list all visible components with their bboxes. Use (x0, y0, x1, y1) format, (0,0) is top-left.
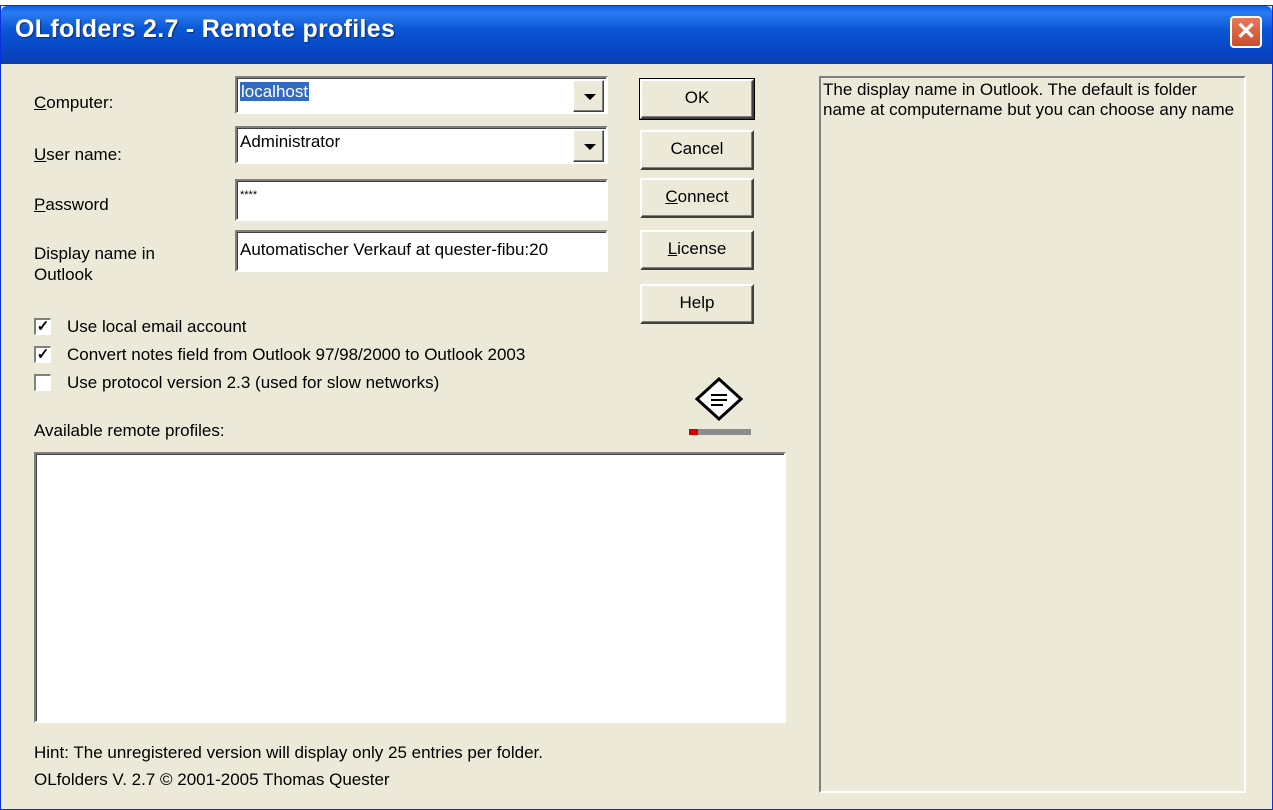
window-title: OLfolders 2.7 - Remote profiles (15, 15, 396, 43)
protocol-2-3-label: Use protocol version 2.3 (used for slow … (67, 373, 440, 392)
available-profiles-label: Available remote profiles: (34, 421, 225, 440)
username-combobox[interactable]: Administrator (235, 126, 608, 164)
username-value: Administrator (240, 132, 341, 151)
display-name-value: Automatischer Verkauf at quester-fibu:20 (240, 240, 549, 259)
password-value: **** (240, 189, 258, 201)
cancel-button[interactable]: Cancel (640, 130, 754, 170)
close-button[interactable]: ✕ (1230, 16, 1262, 48)
password-field[interactable]: **** (235, 179, 608, 221)
copyright-text: OLfolders V. 2.7 © 2001-2005 Thomas Ques… (34, 770, 390, 789)
username-dropdown-button[interactable] (573, 130, 604, 162)
computer-combobox[interactable]: localhost (235, 76, 608, 114)
use-local-email-label: Use local email account (67, 317, 247, 336)
password-label: Password (34, 195, 109, 214)
use-local-email-checkbox[interactable]: ✓ (34, 318, 51, 335)
ok-button[interactable]: OK (639, 78, 755, 120)
help-description-panel: The display name in Outlook. The default… (819, 76, 1246, 793)
dialog-window: OLfolders 2.7 - Remote profiles ✕ Comput… (0, 5, 1273, 810)
help-button[interactable]: Help (640, 284, 754, 324)
display-name-field[interactable]: Automatischer Verkauf at quester-fibu:20 (235, 230, 608, 272)
help-description-text: The display name in Outlook. The default… (823, 80, 1235, 119)
display-name-label: Display name in Outlook (34, 244, 155, 284)
title-bar[interactable]: OLfolders 2.7 - Remote profiles ✕ (1, 6, 1272, 64)
computer-value: localhost (240, 82, 310, 101)
username-label: User name: (34, 145, 122, 164)
convert-notes-label: Convert notes field from Outlook 97/98/2… (67, 345, 526, 364)
remote-profiles-listbox[interactable] (34, 452, 786, 723)
computer-label: Computer: (34, 93, 114, 112)
computer-dropdown-button[interactable] (573, 80, 604, 112)
protocol-2-3-checkbox[interactable] (34, 374, 51, 391)
license-button[interactable]: License (640, 230, 754, 270)
olfolders-logo-icon (689, 377, 751, 435)
hint-text: Hint: The unregistered version will disp… (34, 743, 544, 762)
convert-notes-checkbox[interactable]: ✓ (34, 346, 51, 363)
connect-button[interactable]: Connect (640, 178, 754, 218)
